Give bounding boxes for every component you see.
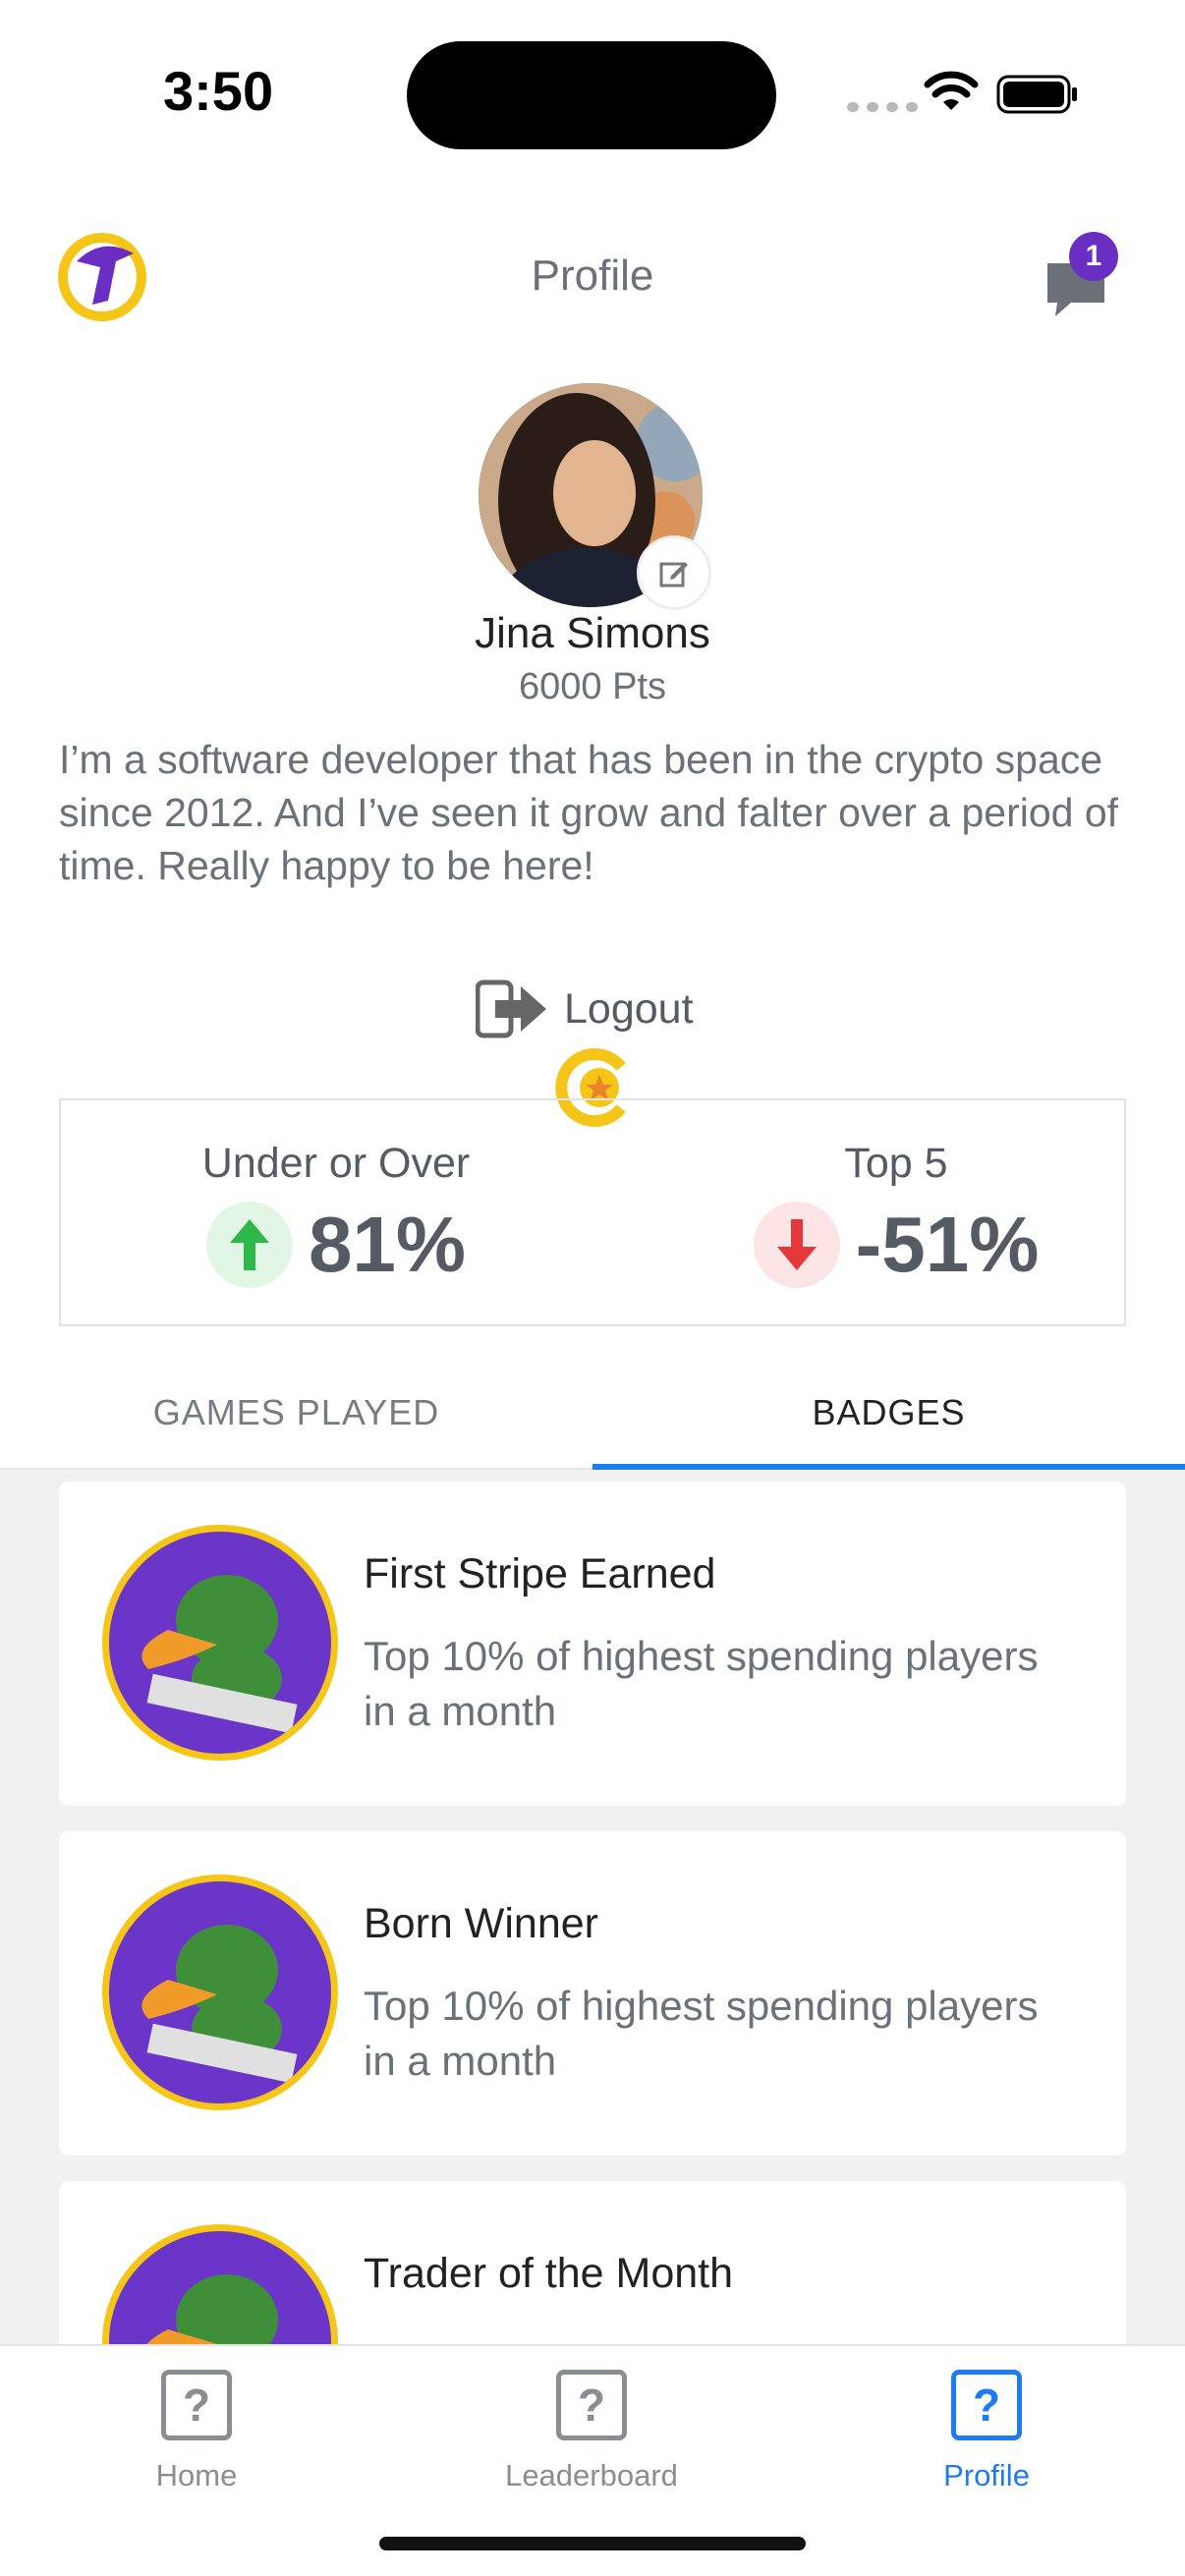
logout-label: Logout — [564, 984, 694, 1033]
logout-button[interactable]: Logout — [476, 975, 694, 1043]
question-icon: ? — [556, 2370, 627, 2440]
tab-badges[interactable]: BADGES — [592, 1356, 1185, 1470]
list-item[interactable]: Trader of the Month — [59, 2181, 1126, 2344]
logout-icon — [476, 980, 546, 1038]
nav-home[interactable]: ? Home — [49, 2370, 344, 2493]
tab-games-played[interactable]: GAMES PLAYED — [0, 1356, 592, 1470]
badge-list[interactable]: First Stripe Earned Top 10% of highest s… — [0, 1470, 1185, 2344]
badge-description: Top 10% of highest spending players in a… — [364, 1983, 1039, 2084]
notification-badge: 1 — [1069, 232, 1118, 281]
stat-top-5: Top 5 -51% — [650, 1140, 1142, 1290]
nav-profile[interactable]: ? Profile — [839, 2370, 1134, 2493]
nav-label: Profile — [943, 2458, 1030, 2492]
duck-mascot-icon — [102, 2224, 338, 2344]
stat-value: -51% — [855, 1201, 1040, 1288]
duck-mascot-icon — [102, 1525, 338, 1761]
home-indicator[interactable] — [379, 2537, 806, 2550]
stats-card: Under or Over 81% Top 5 -51% — [59, 1098, 1126, 1326]
status-time: 3:50 — [163, 60, 274, 122]
wifi-icon — [924, 71, 979, 110]
stat-label: Top 5 — [844, 1140, 948, 1187]
nav-label: Home — [155, 2458, 238, 2492]
badge-description: Top 10% of highest spending players in a… — [364, 1633, 1039, 1734]
stat-under-or-over: Under or Over 81% — [90, 1140, 582, 1290]
question-icon: ? — [161, 2370, 232, 2440]
question-icon: ? — [951, 2370, 1022, 2440]
dynamic-island — [407, 41, 776, 149]
badge-title: First Stripe Earned — [364, 1550, 716, 1597]
battery-icon — [996, 75, 1077, 114]
duck-mascot-icon — [102, 1875, 338, 2110]
list-item[interactable]: Born Winner Top 10% of highest spending … — [59, 1831, 1126, 2156]
stat-label: Under or Over — [201, 1140, 471, 1187]
arrow-up-icon — [205, 1202, 293, 1288]
page-title: Profile — [531, 252, 654, 300]
user-name: Jina Simons — [475, 609, 710, 657]
status-bar: 3:50 — [0, 0, 1185, 187]
cellular-signal-icon — [847, 102, 918, 112]
user-points: 6000 Pts — [519, 666, 666, 707]
nav-label: Leaderboard — [505, 2458, 678, 2492]
nav-leaderboard[interactable]: ? Leaderboard — [444, 2370, 739, 2493]
edit-avatar-button[interactable] — [637, 535, 711, 610]
user-bio: I’m a software developer that has been i… — [59, 737, 1119, 888]
badge-title: Trader of the Month — [364, 2250, 734, 2297]
arrow-down-icon — [753, 1202, 840, 1288]
profile-tabs: GAMES PLAYED BADGES — [0, 1356, 1185, 1470]
list-item[interactable]: First Stripe Earned Top 10% of highest s… — [59, 1482, 1126, 1806]
badge-title: Born Winner — [364, 1900, 598, 1947]
stat-value: 81% — [308, 1201, 467, 1288]
edit-icon — [659, 562, 688, 588]
